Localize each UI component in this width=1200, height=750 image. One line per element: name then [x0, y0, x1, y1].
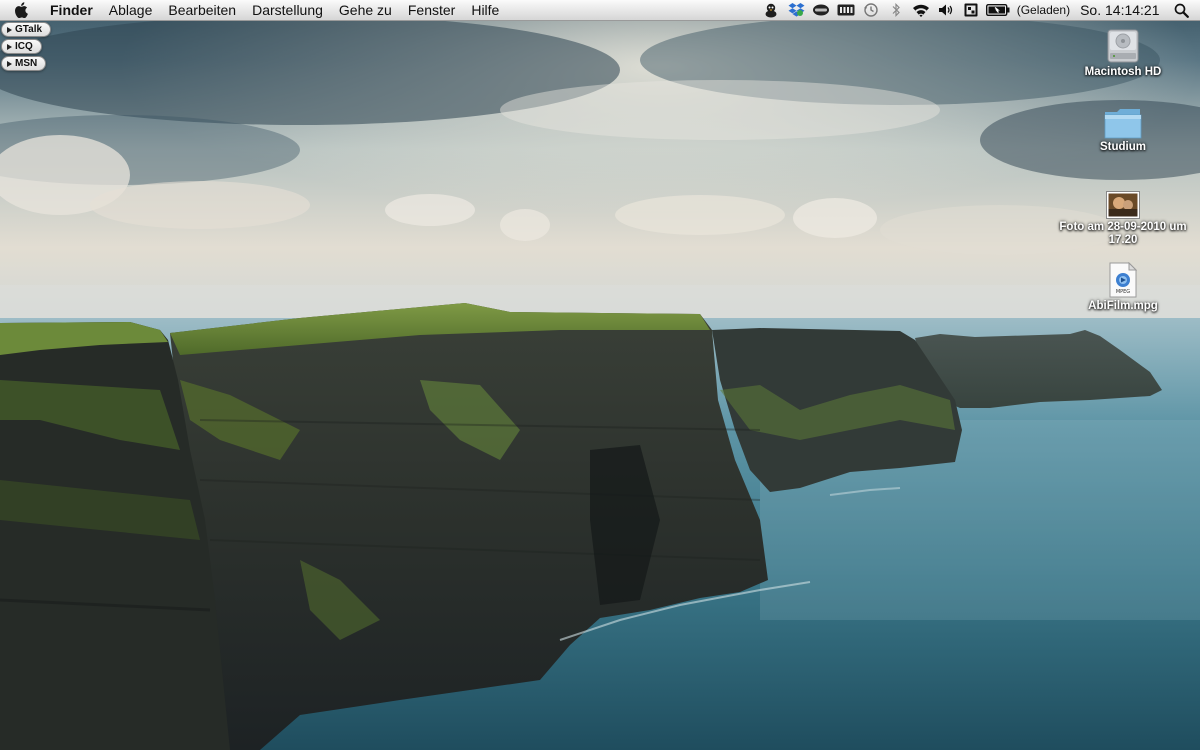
- hard-drive-icon: [1103, 28, 1143, 64]
- im-pill-label: GTalk: [15, 24, 43, 35]
- cpu-monitor-icon[interactable]: [810, 0, 832, 21]
- menu-finder[interactable]: Finder: [42, 0, 101, 21]
- spotlight-search-icon[interactable]: [1170, 0, 1192, 21]
- apple-icon[interactable]: [0, 0, 42, 21]
- photo-thumbnail-icon: [1103, 183, 1143, 219]
- desktop-icon-foto[interactable]: Foto am 28-09-2010 um 17.20: [1053, 183, 1193, 247]
- status-menu-area: (Geladen) So. 14:14:21: [759, 0, 1200, 21]
- battery-icon[interactable]: [985, 0, 1011, 21]
- battery-status-text[interactable]: (Geladen): [1013, 3, 1074, 17]
- menu-darstellung[interactable]: Darstellung: [244, 0, 331, 21]
- menubar-clock[interactable]: So. 14:14:21: [1074, 2, 1168, 18]
- desktop-icon-macintosh-hd[interactable]: Macintosh HD: [1053, 28, 1193, 79]
- menu-bar: Finder Ablage Bearbeiten Darstellung Geh…: [0, 0, 1200, 21]
- desktop-icon-label: Macintosh HD: [1084, 66, 1162, 78]
- volume-icon[interactable]: [935, 0, 957, 21]
- mpeg-file-icon: MPEG: [1103, 262, 1143, 298]
- desktop-wallpaper: [0, 0, 1200, 750]
- dropbox-icon[interactable]: [785, 0, 807, 21]
- desktop[interactable]: Finder Ablage Bearbeiten Darstellung Geh…: [0, 0, 1200, 750]
- time-machine-icon[interactable]: [860, 0, 882, 21]
- spaces-icon[interactable]: [960, 0, 982, 21]
- menu-bearbeiten[interactable]: Bearbeiten: [160, 0, 244, 21]
- im-pill-icq[interactable]: ICQ: [1, 39, 42, 54]
- menu-fenster[interactable]: Fenster: [400, 0, 463, 21]
- mpeg-badge: MPEG: [1116, 289, 1130, 295]
- disclosure-triangle-icon: [7, 43, 12, 50]
- desktop-icon-label: Foto am 28-09-2010 um 17.20: [1059, 221, 1187, 246]
- menu-gehe-zu[interactable]: Gehe zu: [331, 0, 400, 21]
- im-pill-msn[interactable]: MSN: [1, 56, 47, 71]
- disclosure-triangle-icon: [7, 26, 12, 33]
- battery-meter-icon[interactable]: [835, 0, 857, 21]
- folder-icon: [1103, 103, 1143, 139]
- im-pill-label: MSN: [15, 58, 38, 69]
- desktop-icon-label: Studium: [1100, 141, 1146, 153]
- disclosure-triangle-icon: [7, 60, 12, 67]
- desktop-icon-studium[interactable]: Studium: [1053, 103, 1193, 154]
- im-pill-gtalk[interactable]: GTalk: [1, 22, 52, 37]
- wifi-icon[interactable]: [910, 0, 932, 21]
- im-pill-label: ICQ: [15, 41, 33, 52]
- bluetooth-icon[interactable]: [885, 0, 907, 21]
- menu-ablage[interactable]: Ablage: [101, 0, 161, 21]
- desktop-icon-abifilm[interactable]: MPEG AbiFilm.mpg: [1053, 262, 1193, 313]
- menu-hilfe[interactable]: Hilfe: [463, 0, 507, 21]
- adium-duck-icon[interactable]: [760, 0, 782, 21]
- desktop-icon-label: AbiFilm.mpg: [1088, 300, 1158, 312]
